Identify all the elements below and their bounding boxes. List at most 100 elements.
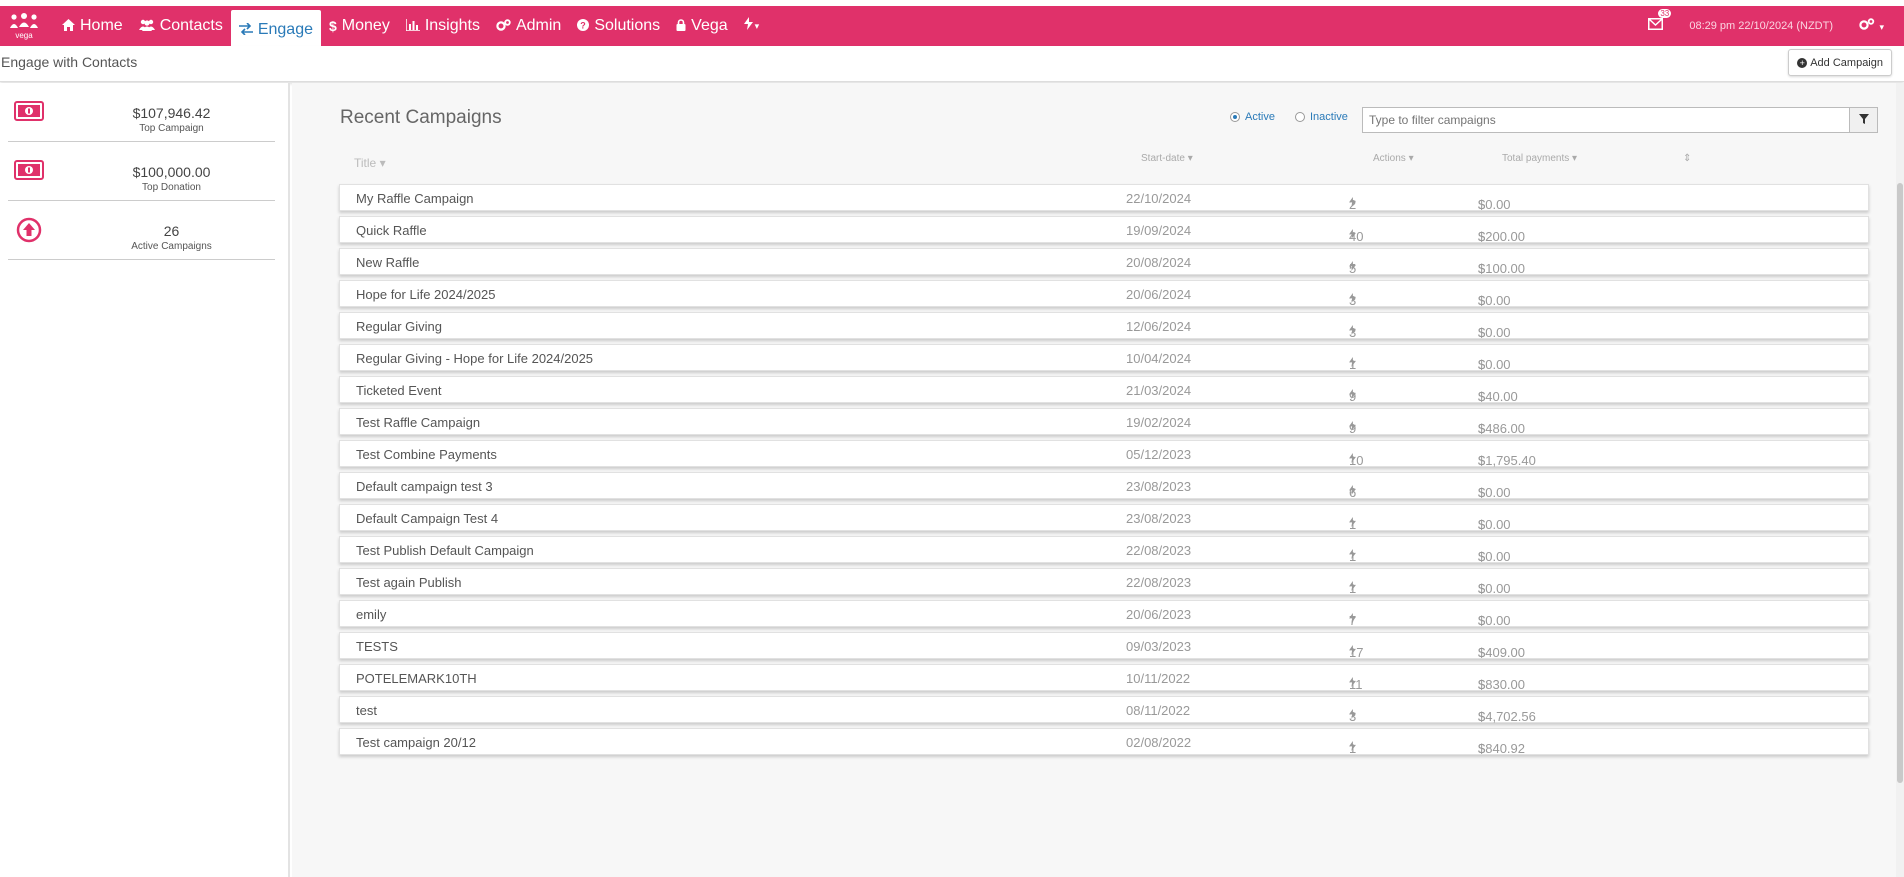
campaign-row[interactable]: Default Campaign Test 4 23/08/2023 1 $ $0.…	[339, 504, 1869, 532]
filter-input[interactable]	[1363, 108, 1851, 132]
money-bill-icon	[14, 160, 44, 185]
nav-contacts[interactable]: Contacts	[131, 6, 231, 46]
svg-text:vega: vega	[15, 31, 33, 40]
sort-icon[interactable]: ⇕	[1683, 153, 1691, 164]
filter-icon	[1858, 111, 1869, 129]
caret-down-icon: ▾	[1572, 153, 1578, 164]
section-title: Recent Campaigns	[340, 107, 502, 128]
scrollbar[interactable]	[1896, 83, 1904, 877]
question-circle-icon: ?	[577, 18, 590, 34]
campaigns-main: Recent Campaigns Active Inactive Title ▾…	[292, 83, 1904, 877]
vega-logo[interactable]: vega	[8, 12, 40, 40]
plus-circle-icon: +	[1797, 57, 1808, 68]
exchange-icon	[238, 22, 253, 38]
radio-active[interactable]: Active	[1230, 111, 1275, 123]
campaign-row[interactable]: Test Raffle Campaign 19/02/2024 9 $ $486.0…	[339, 408, 1869, 436]
campaign-row[interactable]: TESTS 09/03/2023 17 $ $409.00	[339, 632, 1869, 660]
nav-solutions[interactable]: ? Solutions	[569, 6, 668, 46]
campaign-title[interactable]: Regular Giving - Hope for Life 2024/2025	[356, 351, 593, 366]
campaign-row[interactable]: Hope for Life 2024/2025 20/06/2024 3 $ $0.…	[339, 280, 1869, 308]
caret-down-icon: ▾	[379, 156, 386, 170]
users-icon	[138, 18, 155, 34]
nav-insights[interactable]: Insights	[398, 6, 488, 46]
radio-inactive[interactable]: Inactive	[1294, 111, 1348, 123]
table-header: Title ▾ Start-date ▾ Actions ▾ Total pay…	[292, 153, 1904, 175]
scrollbar-thumb[interactable]	[1897, 183, 1903, 783]
col-title[interactable]: Title ▾	[354, 156, 386, 170]
stat-top-donation: $100,000.00 Top Donation	[8, 142, 275, 201]
campaign-title[interactable]: Test again Publish	[356, 575, 462, 590]
campaign-row[interactable]: Ticketed Event 21/03/2024 9 $ $40.00	[339, 376, 1869, 404]
nav-quick-actions[interactable]: ▾	[736, 6, 768, 46]
messages-badge: 33	[1658, 9, 1672, 18]
campaign-title[interactable]: emily	[356, 607, 386, 622]
campaign-row[interactable]: Default campaign test 3 23/08/2023 6 $ $0.…	[339, 472, 1869, 500]
nav-right: 33 08:29 pm 22/10/2024 (NZDT) ▾	[1648, 6, 1884, 46]
col-total-payments[interactable]: Total payments ▾	[1502, 153, 1577, 164]
stat-active-campaigns: 26 Active Campaigns	[8, 201, 275, 260]
cogs-icon	[496, 18, 511, 34]
col-actions[interactable]: Actions ▾	[1373, 153, 1414, 164]
col-start-date[interactable]: Start-date ▾	[1141, 153, 1193, 164]
messages-button[interactable]: 33	[1648, 9, 1672, 35]
add-campaign-button[interactable]: + Add Campaign	[1788, 49, 1892, 76]
campaign-row[interactable]: Test campaign 20/12 02/08/2022 1 $ $840.92	[339, 728, 1869, 756]
campaign-title[interactable]: Test Combine Payments	[356, 447, 497, 462]
nav-home[interactable]: Home	[54, 6, 131, 46]
campaign-row[interactable]: Test again Publish 22/08/2023 1 $ $0.00	[339, 568, 1869, 596]
campaign-start-date: 23/08/2023	[1126, 479, 1192, 494]
campaign-title[interactable]: POTELEMARK10TH	[356, 671, 477, 686]
campaign-row[interactable]: My Raffle Campaign 22/10/2024 2 $ $0.00	[339, 184, 1869, 212]
campaign-title[interactable]: New Raffle	[356, 255, 419, 270]
campaign-title[interactable]: My Raffle Campaign	[356, 191, 474, 206]
campaign-row[interactable]: New Raffle 20/08/2024 5 $ $100.00	[339, 248, 1869, 276]
campaign-title[interactable]: test	[356, 703, 377, 718]
campaign-title[interactable]: Test Raffle Campaign	[356, 415, 480, 430]
lock-icon	[676, 18, 686, 34]
nav-engage[interactable]: Engage	[230, 10, 321, 50]
campaign-title[interactable]: Default campaign test 3	[356, 479, 493, 494]
campaign-title[interactable]: Test campaign 20/12	[356, 735, 476, 750]
main-nav: Home Contacts Engage $ Money Insights Adm…	[54, 6, 768, 50]
campaign-title[interactable]: Ticketed Event	[356, 383, 442, 398]
stats-panel: $107,946.42 Top Campaign $100,000.00 Top…	[0, 83, 290, 877]
campaign-title[interactable]: Hope for Life 2024/2025	[356, 287, 496, 302]
caret-down-icon: ▾	[754, 20, 760, 31]
home-icon	[62, 18, 75, 34]
top-navbar: vega Home Contacts Engage $ Money Insight…	[0, 6, 1904, 50]
campaign-start-date: 10/04/2024	[1126, 351, 1192, 366]
campaign-start-date: 21/03/2024	[1126, 383, 1192, 398]
campaign-row[interactable]: Regular Giving 12/06/2024 3 $ $0.00	[339, 312, 1869, 340]
filter-button[interactable]	[1849, 108, 1877, 132]
page-title: Engage with Contacts	[1, 54, 138, 70]
caret-down-icon: ▾	[1187, 153, 1193, 164]
campaign-title[interactable]: Test Publish Default Campaign	[356, 543, 534, 558]
campaign-start-date: 12/06/2024	[1126, 319, 1192, 334]
campaign-row[interactable]: test 08/11/2022 3 $ $4,702.56	[339, 696, 1869, 724]
campaign-row[interactable]: Regular Giving - Hope for Life 2024/2025…	[339, 344, 1869, 372]
campaign-row[interactable]: POTELEMARK10TH 10/11/2022 11 $ $830.00	[339, 664, 1869, 692]
user-settings-button[interactable]: ▾	[1859, 17, 1884, 35]
campaign-title[interactable]: TESTS	[356, 639, 398, 654]
radio-dot-checked	[1230, 112, 1240, 122]
campaign-start-date: 22/08/2023	[1126, 575, 1192, 590]
campaign-start-date: 02/08/2022	[1126, 735, 1192, 750]
campaign-start-date: 09/03/2023	[1126, 639, 1192, 654]
campaign-title[interactable]: Regular Giving	[356, 319, 442, 334]
campaign-start-date: 20/06/2024	[1126, 287, 1192, 302]
campaign-row[interactable]: Test Publish Default Campaign 22/08/2023 …	[339, 536, 1869, 564]
campaign-row[interactable]: Quick Raffle 19/09/2024 40 $ $200.00	[339, 216, 1869, 244]
nav-vega[interactable]: Vega	[668, 6, 735, 46]
sub-header: Engage with Contacts + Add Campaign	[0, 46, 1904, 82]
bar-chart-icon	[405, 18, 420, 34]
campaign-row[interactable]: Test Combine Payments 05/12/2023 10 $ $1,7…	[339, 440, 1869, 468]
envelope-icon	[1648, 17, 1664, 34]
campaign-title[interactable]: Quick Raffle	[356, 223, 427, 238]
dollar-icon: $	[329, 18, 337, 34]
nav-admin[interactable]: Admin	[488, 6, 569, 46]
nav-money[interactable]: $ Money	[321, 6, 398, 46]
campaign-start-date: 22/08/2023	[1126, 543, 1192, 558]
campaign-title[interactable]: Default Campaign Test 4	[356, 511, 498, 526]
campaign-row[interactable]: emily 20/06/2023 7 $ $0.00	[339, 600, 1869, 628]
campaign-start-date: 08/11/2022	[1126, 703, 1191, 718]
